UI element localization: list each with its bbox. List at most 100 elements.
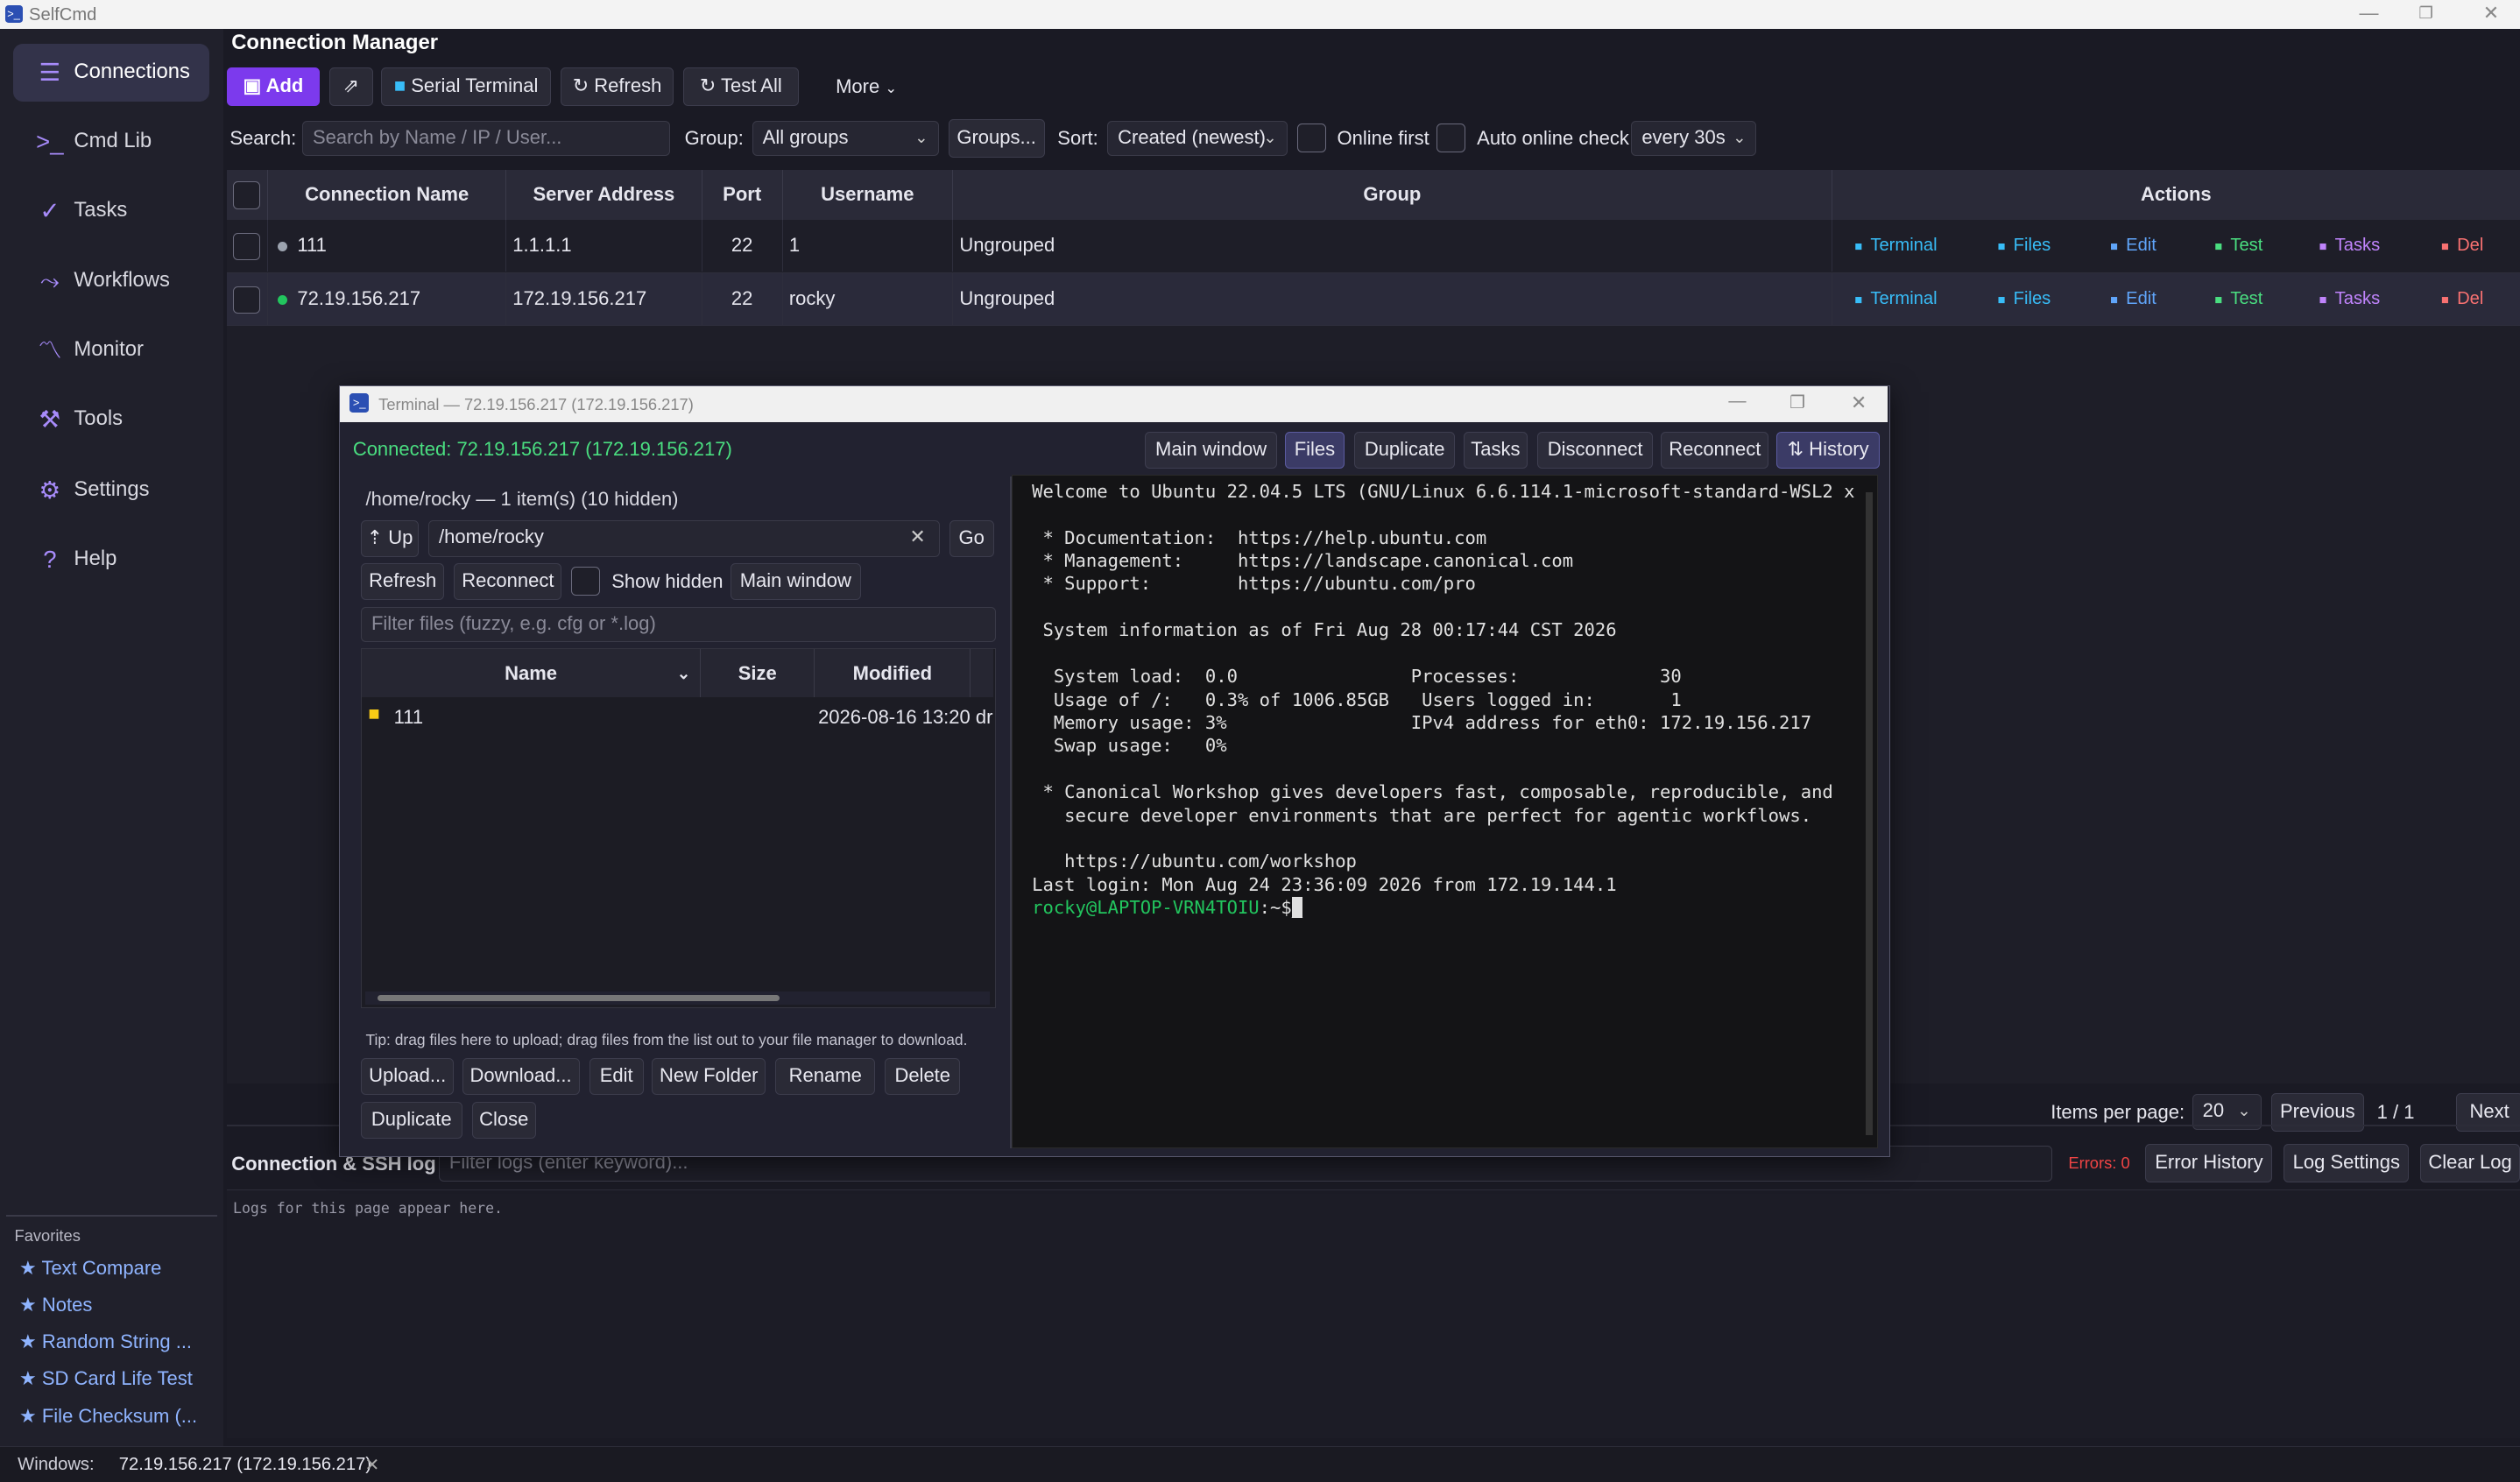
- file-close-button[interactable]: Close: [471, 1101, 536, 1140]
- test-action-button[interactable]: ■ Test: [2214, 273, 2262, 327]
- row-checkbox[interactable]: [233, 286, 261, 314]
- go-button[interactable]: Go: [949, 519, 994, 557]
- sidebar-item-help[interactable]: ? Help: [13, 530, 209, 588]
- sidebar-item-label: Tools: [74, 406, 124, 431]
- open-external-button[interactable]: ⇗: [329, 67, 373, 107]
- files-action-button[interactable]: ■ Files: [1998, 273, 2051, 327]
- sort-select[interactable]: Created (newest) ⌄: [1107, 120, 1288, 156]
- minimize-button[interactable]: —: [2359, 2, 2378, 25]
- file-duplicate-button[interactable]: Duplicate: [360, 1101, 462, 1140]
- del-action-button[interactable]: ■ Del: [2441, 273, 2483, 327]
- file-main-window-button[interactable]: Main window: [730, 563, 861, 601]
- sidebar-item-settings[interactable]: ⚙ Settings: [13, 462, 209, 519]
- online-first-checkbox[interactable]: [1296, 124, 1326, 153]
- sidebar-item-tools[interactable]: ⚒ Tools: [13, 391, 209, 448]
- duplicate-button[interactable]: Duplicate: [1353, 431, 1456, 469]
- show-hidden-checkbox[interactable]: [571, 566, 601, 596]
- file-edit-button[interactable]: Edit: [589, 1058, 644, 1096]
- maximize-button[interactable]: ❐: [2418, 4, 2432, 23]
- group-select[interactable]: All groups ⌄: [752, 120, 939, 156]
- column-header[interactable]: Modified: [815, 649, 971, 698]
- edit-action-button[interactable]: ■ Edit: [2110, 273, 2156, 327]
- auto-online-check-checkbox[interactable]: [1436, 124, 1466, 153]
- terminal-scrollbar[interactable]: [1866, 491, 1873, 1135]
- column-header[interactable]: Connection Name: [268, 170, 506, 221]
- clear-log-button[interactable]: Clear Log: [2420, 1144, 2520, 1183]
- more-menu[interactable]: More ⌄: [836, 75, 897, 98]
- log-placeholder: Logs for this page appear here.: [233, 1199, 503, 1217]
- terminal-output[interactable]: Welcome to Ubuntu 22.04.5 LTS (GNU/Linux…: [1012, 475, 1879, 1149]
- favorite-item[interactable]: ★ SD Card Life Test: [19, 1367, 193, 1390]
- file-new-folder-button[interactable]: New Folder: [652, 1058, 766, 1096]
- log-settings-button[interactable]: Log Settings: [2284, 1144, 2410, 1183]
- test-action-button[interactable]: ■ Test: [2214, 220, 2262, 273]
- table-row[interactable]: 72.19.156.217 172.19.156.217 22 rocky Ungrou…: [226, 272, 2520, 327]
- column-header[interactable]: Name ⌄: [361, 649, 702, 698]
- close-window-icon[interactable]: ✕: [364, 1454, 379, 1476]
- sidebar-item-workflows[interactable]: ⤳ Workflows: [13, 252, 209, 310]
- row-checkbox[interactable]: [233, 233, 261, 261]
- del-action-button[interactable]: ■ Del: [2441, 220, 2483, 273]
- table-row[interactable]: 111 1.1.1.1 22 1 Ungrouped ■ Terminal ■ Files ■ Ed…: [226, 220, 2520, 273]
- file-rename-button[interactable]: Rename: [775, 1058, 876, 1096]
- file-delete-button[interactable]: Delete: [885, 1058, 961, 1096]
- favorite-item[interactable]: ★ Random String ...: [19, 1330, 192, 1353]
- error-history-button[interactable]: Error History: [2145, 1144, 2273, 1183]
- test-icon: ■: [2214, 293, 2223, 307]
- sidebar-item-tasks[interactable]: ✓ Tasks: [13, 181, 209, 239]
- favorite-item[interactable]: ★ File Checksum (...: [19, 1405, 197, 1428]
- tasks-button[interactable]: Tasks: [1463, 431, 1528, 469]
- horizontal-scrollbar[interactable]: [364, 992, 991, 1005]
- up-button[interactable]: ⇡ Up: [360, 519, 420, 557]
- search-input[interactable]: Search by Name / IP / User...: [301, 120, 671, 156]
- terminal-line: Last login: Mon Aug 24 23:36:09 2026 fro…: [1032, 873, 1617, 895]
- select-all-checkbox[interactable]: [233, 181, 261, 209]
- terminal-action-button[interactable]: ■ Terminal: [1854, 220, 1937, 273]
- column-header[interactable]: Server Address: [505, 170, 702, 221]
- sidebar-item-connections[interactable]: ☰ Connections: [12, 43, 209, 102]
- sidebar-item-monitor[interactable]: 〽 Monitor: [13, 321, 209, 379]
- window-tab[interactable]: 72.19.156.217 (172.19.156.217): [119, 1455, 371, 1475]
- files-action-button[interactable]: ■ Files: [1998, 220, 2051, 273]
- column-header[interactable]: Username: [782, 170, 954, 221]
- refresh-button[interactable]: ↻ Refresh: [561, 67, 674, 107]
- server-address-cell: 172.19.156.217: [506, 272, 702, 325]
- add-connection-button[interactable]: ▣ Add: [226, 67, 321, 107]
- reconnect-button[interactable]: Reconnect: [1661, 431, 1769, 469]
- maximize-button[interactable]: ❐: [1789, 392, 1805, 413]
- files-toggle-button[interactable]: Files: [1285, 431, 1345, 469]
- history-button[interactable]: ⇅ History: [1776, 431, 1880, 469]
- column-header[interactable]: Port: [702, 170, 783, 221]
- column-header[interactable]: Size: [701, 649, 815, 698]
- minimize-button[interactable]: —: [1728, 392, 1746, 412]
- path-input[interactable]: /home/rocky ✕: [428, 519, 940, 557]
- tasks-action-button[interactable]: ■ Tasks: [2319, 220, 2381, 273]
- file-upload-button[interactable]: Upload...: [360, 1058, 455, 1096]
- main-window-button[interactable]: Main window: [1145, 431, 1277, 469]
- column-header[interactable]: Group: [953, 170, 1832, 221]
- terminal-action-button[interactable]: ■ Terminal: [1854, 273, 1937, 327]
- chart-icon: 〽: [38, 336, 62, 364]
- disconnect-button[interactable]: Disconnect: [1537, 431, 1654, 469]
- groups-button[interactable]: Groups...: [948, 118, 1045, 158]
- gear-icon: ⚙: [39, 476, 61, 504]
- favorite-item[interactable]: ★ Notes: [19, 1294, 92, 1316]
- scrollbar-thumb[interactable]: [378, 994, 780, 1002]
- favorite-item[interactable]: ★ Text Compare: [19, 1257, 161, 1280]
- file-reconnect-button[interactable]: Reconnect: [454, 563, 562, 601]
- del-icon: ■: [2441, 240, 2449, 255]
- file-download-button[interactable]: Download...: [462, 1058, 580, 1096]
- sidebar-item-cmd-lib[interactable]: >_ Cmd Lib: [13, 112, 209, 170]
- test-all-button[interactable]: ↻ Test All: [682, 67, 799, 107]
- column-header: Actions: [1832, 170, 2520, 221]
- file-row[interactable]: ■ 111 2026-08-16 13:20 dr: [362, 701, 993, 733]
- file-filter-input[interactable]: Filter files (fuzzy, e.g. cfg or *.log): [360, 606, 996, 643]
- clear-icon[interactable]: ✕: [909, 521, 925, 554]
- serial-terminal-button[interactable]: ■ Serial Terminal: [380, 67, 552, 107]
- edit-action-button[interactable]: ■ Edit: [2110, 220, 2156, 273]
- tasks-action-button[interactable]: ■ Tasks: [2319, 273, 2381, 327]
- close-button[interactable]: ✕: [1851, 392, 1867, 414]
- close-button[interactable]: ✕: [2483, 2, 2499, 25]
- interval-select[interactable]: every 30s ⌄: [1631, 120, 1757, 156]
- file-refresh-button[interactable]: Refresh: [360, 563, 445, 601]
